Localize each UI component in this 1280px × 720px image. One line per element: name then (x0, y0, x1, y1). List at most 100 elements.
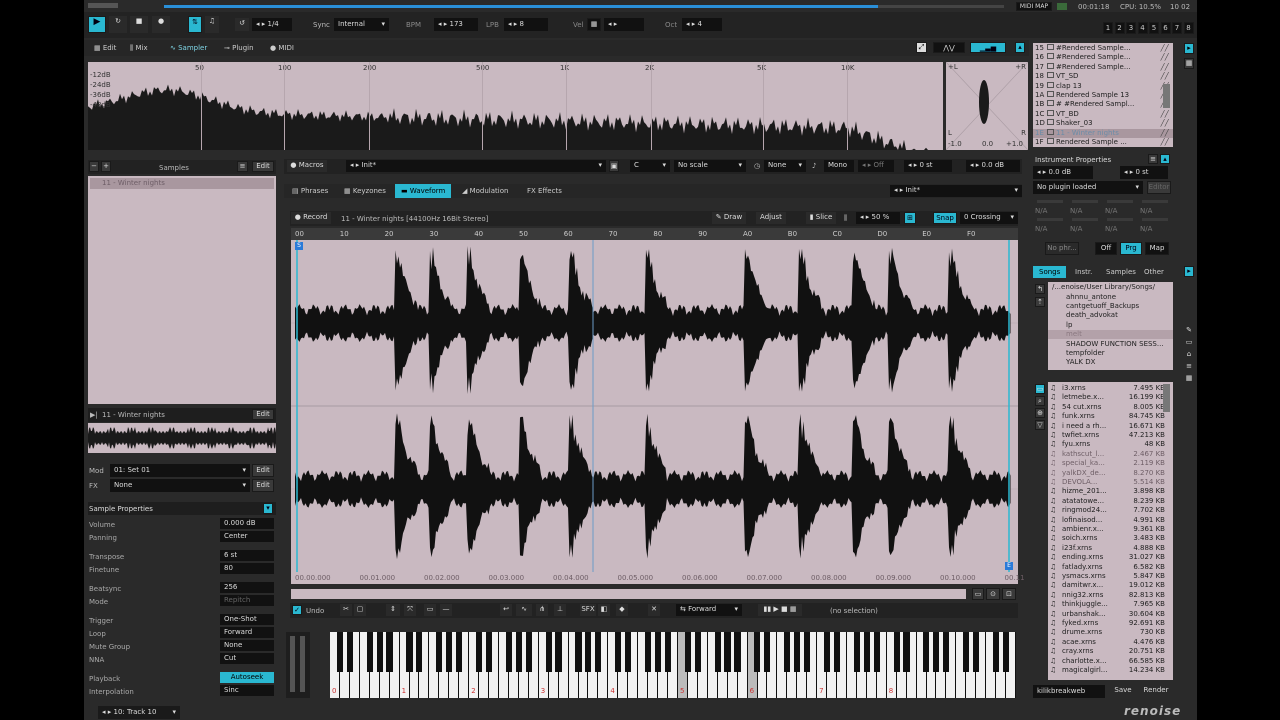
loop-pattern-button[interactable]: ↻ (109, 16, 127, 33)
instrument-list-item[interactable]: 1E 11 - Winter nights ╱╱ (1033, 128, 1173, 138)
menu-grip[interactable] (88, 3, 118, 8)
tab-edit[interactable]: ▦ Edit (88, 41, 122, 55)
keyboard-velocity-sliders[interactable] (286, 632, 310, 698)
file-list-scrollbar[interactable] (1163, 384, 1170, 412)
black-key[interactable] (823, 632, 831, 672)
waveform-ruler[interactable]: 00 10 20 30 40 50 60 70 80 90 A0 B0 C0 D0 E0 F0 (291, 228, 1018, 240)
zoom-in-icon[interactable]: ⊡ (1002, 588, 1016, 600)
metronome-button[interactable]: ♫ (205, 16, 219, 33)
copy-icon[interactable]: ▢ (354, 604, 366, 616)
file-list-item[interactable]: ♫ acae.xrns 4.476 KB (1048, 638, 1173, 647)
macro-knob[interactable] (1107, 218, 1133, 221)
key-select[interactable]: C ▾ (630, 160, 670, 172)
instrument-transpose[interactable]: ◂ ▸ 0 st (1120, 166, 1168, 179)
macro-knob[interactable] (1037, 218, 1063, 221)
file-list-item[interactable]: ♫ drume.xrns 730 KB (1048, 628, 1173, 637)
slice-marker-toggle[interactable]: ⊞ (904, 212, 916, 224)
tab-midi[interactable]: ● MIDI (264, 41, 300, 55)
black-key[interactable] (545, 632, 552, 672)
black-key[interactable] (714, 632, 721, 672)
black-key[interactable] (406, 632, 413, 672)
instrument-list-item[interactable]: 1B# #Rendered Sampl...╱╱ (1033, 100, 1173, 109)
folder-item[interactable]: lp (1048, 321, 1173, 330)
folder-item[interactable]: cantgetuoff_Backups (1048, 302, 1173, 311)
file-list-item[interactable]: ♫ hizme_201... 3.898 KB (1048, 487, 1173, 496)
slice-grid-icon[interactable]: ⫼ (844, 213, 847, 223)
macro-knob[interactable] (1107, 200, 1133, 203)
track-button[interactable]: 4 (1137, 22, 1148, 34)
black-key[interactable] (804, 632, 811, 672)
mod-edit-button[interactable]: Edit (252, 464, 274, 477)
track-button[interactable]: 3 (1126, 22, 1136, 34)
file-list-item[interactable]: ♫ special_ka... 2.119 KB (1048, 459, 1173, 468)
folder-item[interactable]: death_advokat (1048, 311, 1173, 320)
black-key[interactable] (684, 632, 691, 672)
file-list-item[interactable]: ♫ ending.xrns 31.027 KB (1048, 553, 1173, 562)
tab-sampler[interactable]: ∿ Sampler (164, 41, 213, 55)
file-list-item[interactable]: ♫ fyu.xrns 48 KB (1048, 440, 1173, 449)
file-list-item[interactable]: ♫ i23f.xrns 4.888 KB (1048, 544, 1173, 553)
property-value[interactable]: Cut (220, 653, 274, 664)
black-key[interactable] (366, 632, 373, 672)
file-list-item[interactable]: ♫ fyked.xrns 92.691 KB (1048, 619, 1173, 628)
global-volume-field[interactable]: ◂ ▸ 0.0 dB (966, 160, 1020, 172)
instrument-list-item[interactable]: 18 VT_SD ╱╱ (1033, 72, 1173, 81)
property-value[interactable]: Autoseek (220, 672, 274, 683)
loop-mode-select[interactable]: ⇆ Forward ▾ (676, 604, 742, 616)
black-key[interactable] (515, 632, 522, 672)
samples-edit-button[interactable]: Edit (252, 161, 274, 172)
macro-knob[interactable] (1037, 200, 1063, 203)
loop-start-marker[interactable]: S (295, 242, 303, 250)
off-toggle[interactable]: ◂ ▸ Off (858, 160, 894, 172)
black-key[interactable] (893, 632, 900, 672)
sfx-button[interactable]: SFX (580, 604, 596, 616)
instrument-expand[interactable]: ▦ (1184, 58, 1194, 69)
macro-knob[interactable] (1072, 200, 1098, 203)
tab-waveform[interactable]: ▬ Waveform (395, 184, 452, 198)
black-key[interactable] (784, 632, 791, 672)
piano-keyboard[interactable]: 0 1 2 3 4 5 6 7 8 (330, 632, 1016, 698)
track-button[interactable]: 2 (1114, 22, 1125, 34)
save-filename-input[interactable]: kilikbreakweb (1033, 685, 1105, 698)
black-key[interactable] (595, 632, 602, 672)
snap-mode-select[interactable]: 0 Crossing ▾ (960, 212, 1018, 224)
file-list-item[interactable]: ♫ atatatowe... 8.239 KB (1048, 497, 1173, 506)
black-key[interactable] (992, 632, 1000, 672)
black-key[interactable] (943, 632, 950, 672)
record-sample-button[interactable]: ● Record (291, 212, 331, 224)
black-key[interactable] (376, 632, 383, 672)
file-list-item[interactable]: ♫ damitwr.x... 19.012 KB (1048, 581, 1173, 590)
plugin-editor-button[interactable]: Editor (1147, 181, 1171, 194)
property-value[interactable]: Repitch (220, 595, 274, 606)
property-value[interactable]: 0.000 dB (220, 518, 274, 529)
loop-end-marker[interactable]: E (1005, 562, 1013, 570)
file-list-item[interactable]: ♫ thinkjuggle... 7.965 KB (1048, 600, 1173, 609)
file-list-item[interactable]: ♫ lofinaisod... 4.991 KB (1048, 516, 1173, 525)
file-list-item[interactable]: ♫ 54 cut.xrns 8.005 KB (1048, 403, 1173, 412)
black-key[interactable] (475, 632, 483, 672)
black-key[interactable] (724, 632, 731, 672)
snap-toggle[interactable]: Snap (933, 212, 957, 224)
grid-icon[interactable]: ▦ (1184, 374, 1194, 384)
macro-preset-select[interactable]: ◂ ▸ Init* ▾ (346, 160, 606, 172)
black-key[interactable] (575, 632, 582, 672)
preview-edit-button[interactable]: Edit (252, 409, 274, 420)
samples-list-icon[interactable]: ≡ (237, 161, 248, 172)
property-value[interactable]: Center (220, 531, 274, 542)
instrument-collapse[interactable]: ▸ (1184, 43, 1194, 54)
home-icon[interactable]: ⌂ (1184, 350, 1194, 360)
property-value[interactable]: Forward (220, 627, 274, 638)
black-key[interactable] (764, 632, 771, 672)
adjust-button[interactable]: Adjust (756, 212, 786, 224)
midi-map-button[interactable]: MIDI MAP (1016, 2, 1052, 11)
waveform-scrollbar[interactable] (291, 589, 966, 599)
black-key[interactable] (734, 632, 741, 672)
fx-edit-button[interactable]: Edit (252, 479, 274, 492)
instrument-list-item[interactable]: 19clap 13╱╱ (1033, 81, 1173, 91)
velocity-keyboard-icon[interactable]: ▦ (587, 18, 601, 31)
file-list-item[interactable]: ♫ twfiet.xrns 47.213 KB (1048, 431, 1173, 440)
song-progress-bar[interactable] (164, 5, 1004, 8)
pencil-icon[interactable]: ✎ (1184, 326, 1194, 336)
mono-toggle[interactable]: Mono (824, 160, 854, 172)
play-button[interactable]: ▶ (88, 16, 106, 33)
